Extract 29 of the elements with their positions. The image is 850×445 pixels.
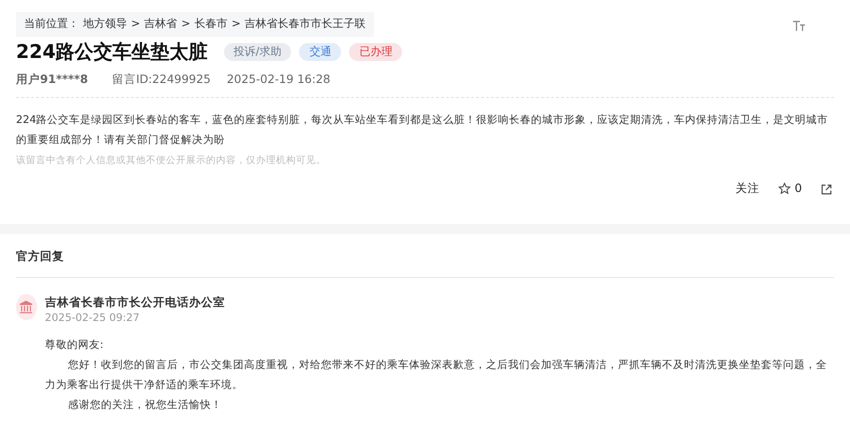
breadcrumb-link[interactable]: 地方领导: [83, 16, 127, 32]
share-icon: [820, 182, 833, 196]
reply-paragraph: 尊敬的网友:: [44, 338, 104, 354]
like-button[interactable]: 0: [776, 179, 803, 198]
star-icon: [778, 182, 791, 196]
office-name: 吉林省长春市市长公开电话办公室: [44, 294, 226, 312]
tag: 已办理: [349, 42, 402, 62]
breadcrumb-separator: >: [131, 16, 140, 32]
tag: 投诉/求助: [224, 42, 292, 62]
user-name: 用户91****8: [16, 71, 88, 88]
reply-paragraph: 您好！收到您的留言后，市公交集团高度重视，对给您带来不好的乘车体验深表歉意，之后我们会加强车辆清洁，严抓车辆不及时清洗更换坐垫套等问题，全力为乘客出行提供干净舒适的乘车环境。: [44, 358, 828, 394]
post-title: 224路公交车坐垫太脏: [16, 40, 208, 64]
breadcrumb-separator: >: [181, 16, 190, 32]
tag: 交通: [299, 42, 342, 62]
building-icon: [16, 294, 37, 320]
breadcrumb-link[interactable]: 吉林省长春市市长王子联: [244, 16, 366, 32]
breadcrumb-separator: >: [231, 16, 241, 32]
post-time: 2025-02-19 16:28: [226, 71, 330, 88]
font-size-icon[interactable]: [792, 20, 806, 32]
message-id: 留言ID:22499925: [112, 71, 211, 88]
section-heading: 官方回复: [16, 234, 834, 278]
privacy-note: 该留言中含有个人信息或其他不便公开展示的内容，仅办理机构可见。: [16, 154, 327, 168]
breadcrumb-link[interactable]: 长春市: [194, 16, 228, 32]
follow-button[interactable]: 关注: [734, 179, 761, 198]
reply-time: 2025-02-25 09:27: [44, 311, 141, 326]
breadcrumb-link[interactable]: 吉林省: [144, 16, 178, 32]
breadcrumb-label: 当前位置：: [24, 16, 79, 32]
reply-paragraph: 感谢您的关注，祝您生活愉快！: [67, 398, 224, 414]
post-body: 224路公交车是绿园区到长春站的客车，蓝色的座套特别脏，每次从车站坐车看到都是这么脏！很影响长春的城市形象，应该定期清洗，车内保持清洁卫生，是文明城市的重要组成部分！请有关部门督促解决为盼: [16, 112, 830, 148]
